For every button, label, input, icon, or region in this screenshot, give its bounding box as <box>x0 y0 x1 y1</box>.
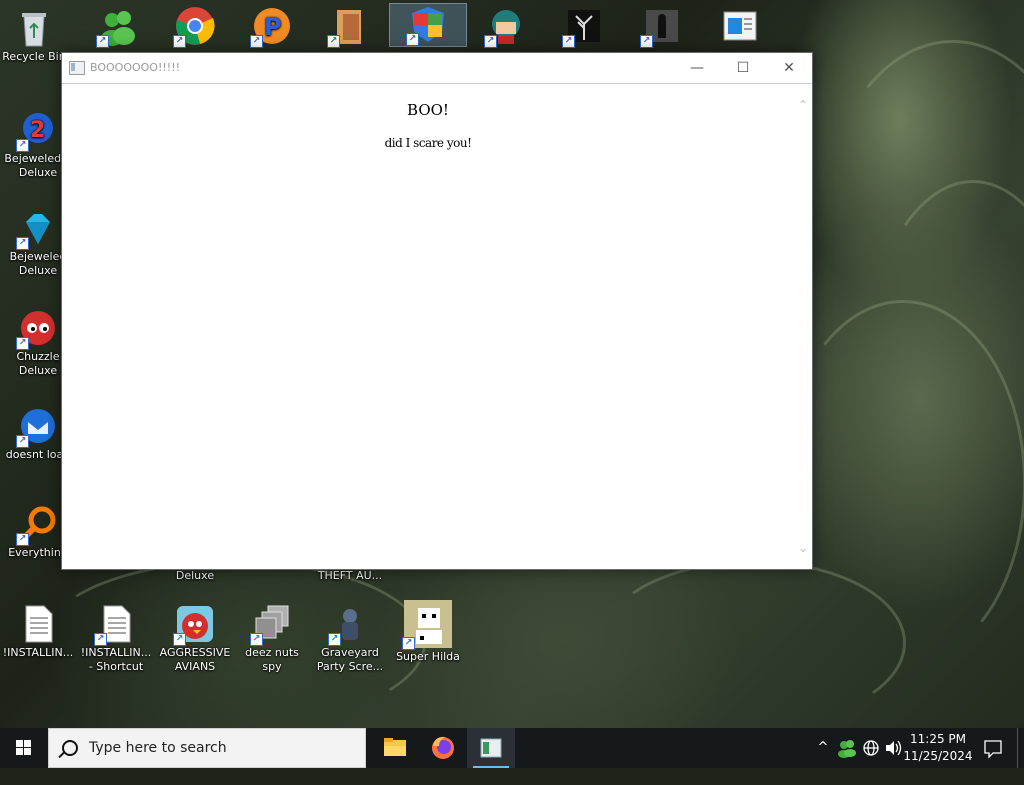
boo-window[interactable]: BOOOOOOO!!!!! — ☐ ✕ BOO! did I scare you… <box>61 52 813 570</box>
chuzzle-icon: ↗ <box>16 308 58 350</box>
desktop-icon-pixel-character[interactable]: ↗ <box>468 6 544 48</box>
angry-bird-icon: ↗ <box>173 604 215 646</box>
desktop-icon-label: !INSTALLIN... <box>2 646 74 659</box>
start-button[interactable] <box>0 728 48 768</box>
minimize-button[interactable]: — <box>674 53 720 83</box>
scroll-up-arrow-icon[interactable]: ⌃ <box>796 98 810 112</box>
zombie-icon: ↗ <box>328 604 370 646</box>
desktop-icon-windows-shield[interactable]: ↗ <box>389 3 467 47</box>
notification-center-button[interactable] <box>978 728 1008 768</box>
desktop-icon-chrome[interactable]: ↗ <box>157 6 233 48</box>
multiple-windows-icon: ↗ <box>250 604 292 646</box>
network-globe-icon[interactable] <box>860 728 882 768</box>
figure-icon: ↗ <box>640 6 682 48</box>
desktop-icon-aggressive-avians[interactable]: ↗ AGGRESSIVE AVIANS <box>157 604 233 674</box>
pixel-cat-icon: ↗ <box>402 600 452 650</box>
everything-search-icon: ↗ <box>16 504 58 546</box>
windows-logo-icon <box>16 740 31 755</box>
desktop-icon-label: Super Hilda <box>396 650 460 663</box>
taskbar-firefox[interactable] <box>419 728 467 768</box>
desktop-icon-msn[interactable]: ↗ <box>80 6 156 48</box>
tray-people-icon[interactable] <box>836 728 858 768</box>
desktop-icon-folder-app[interactable]: ↗ <box>311 6 387 48</box>
svg-text:P: P <box>264 13 282 41</box>
taskbar-clock[interactable]: 11:25 PM 11/25/2024 <box>900 731 976 765</box>
window-content: BOO! did I scare you! <box>62 84 794 569</box>
clock-time: 11:25 PM <box>910 732 966 746</box>
vertical-scrollbar[interactable]: ⌃ ⌄ <box>794 84 812 569</box>
window-title: BOOOOOOO!!!!! <box>90 61 181 74</box>
firefox-icon <box>432 736 454 759</box>
taskbar: Type here to search ^ 11:25 PM 11/25/202… <box>0 728 1024 768</box>
search-placeholder: Type here to search <box>89 740 227 756</box>
peggle-icon: P ↗ <box>250 6 292 48</box>
tree-icon: ↗ <box>562 6 604 48</box>
thunderbird-icon: ↗ <box>16 406 58 448</box>
desktop-icon-installing[interactable]: !INSTALLIN... <box>0 604 76 660</box>
recycle-bin-icon <box>14 8 54 48</box>
taskbar-file-explorer[interactable] <box>371 728 419 768</box>
character-icon: ↗ <box>484 6 526 48</box>
msn-icon: ↗ <box>96 6 138 48</box>
desktop-icon-label: !INSTALLIN... - Shortcut <box>80 646 152 673</box>
svg-text:2: 2 <box>30 118 45 143</box>
desktop-icon-dark-tree[interactable]: ↗ <box>546 6 622 48</box>
desktop-icon-installing-shortcut[interactable]: ↗ !INSTALLIN... - Shortcut <box>78 604 154 674</box>
tray-overflow-chevron-icon[interactable]: ^ <box>812 728 834 768</box>
clock-date: 11/25/2024 <box>903 749 973 763</box>
bejeweled-2-icon: 2 ↗ <box>16 110 58 152</box>
taskbar-search-box[interactable]: Type here to search <box>48 728 366 768</box>
shield-icon: ↗ <box>406 4 448 46</box>
desktop-icon-dark-figure[interactable]: ↗ <box>624 6 700 48</box>
desktop-icon-label: THEFT AU... <box>317 569 383 582</box>
desktop-icon-document-window[interactable] <box>702 6 778 48</box>
desktop-icon-deluxe[interactable]: Deluxe <box>157 569 233 583</box>
desktop-icon-label: Deluxe <box>175 569 215 582</box>
app-window-icon <box>480 738 502 758</box>
show-desktop-button[interactable] <box>1017 728 1024 768</box>
desktop-icon-graveyard-party[interactable]: ↗ Graveyard Party Scre... <box>312 604 388 674</box>
maximize-button[interactable]: ☐ <box>720 53 766 83</box>
search-icon <box>62 740 78 756</box>
chrome-icon: ↗ <box>173 6 215 48</box>
close-button[interactable]: ✕ <box>766 53 812 83</box>
folder-icon <box>384 738 406 756</box>
desktop-icon-label: Graveyard Party Scre... <box>316 646 384 673</box>
scroll-down-arrow-icon[interactable]: ⌄ <box>796 541 810 555</box>
desktop-icon-peggle[interactable]: P ↗ <box>234 6 310 48</box>
desktop-icon-label: AGGRESSIVE AVIANS <box>159 646 231 673</box>
taskbar-app-window[interactable] <box>467 728 515 768</box>
bejeweled-gem-icon: ↗ <box>16 208 58 250</box>
folder-document-icon: ↗ <box>327 6 369 48</box>
text-file-icon <box>18 604 58 644</box>
app-window-icon <box>69 61 85 75</box>
boo-heading: BOO! <box>407 101 449 119</box>
desktop-icon-theft-auto[interactable]: THEFT AU... <box>312 569 388 583</box>
text-file-icon: ↗ <box>94 604 136 646</box>
window-document-icon <box>720 6 760 46</box>
desktop-icon-label: deez nuts spy <box>245 646 299 673</box>
desktop-icon-super-hilda[interactable]: ↗ Super Hilda <box>390 600 466 664</box>
notification-icon <box>984 740 1002 759</box>
desktop-icon-deez-nuts-spy[interactable]: ↗ deez nuts spy <box>234 604 310 674</box>
window-titlebar[interactable]: BOOOOOOO!!!!! — ☐ ✕ <box>62 53 812 84</box>
scare-message: did I scare you! <box>384 136 472 150</box>
